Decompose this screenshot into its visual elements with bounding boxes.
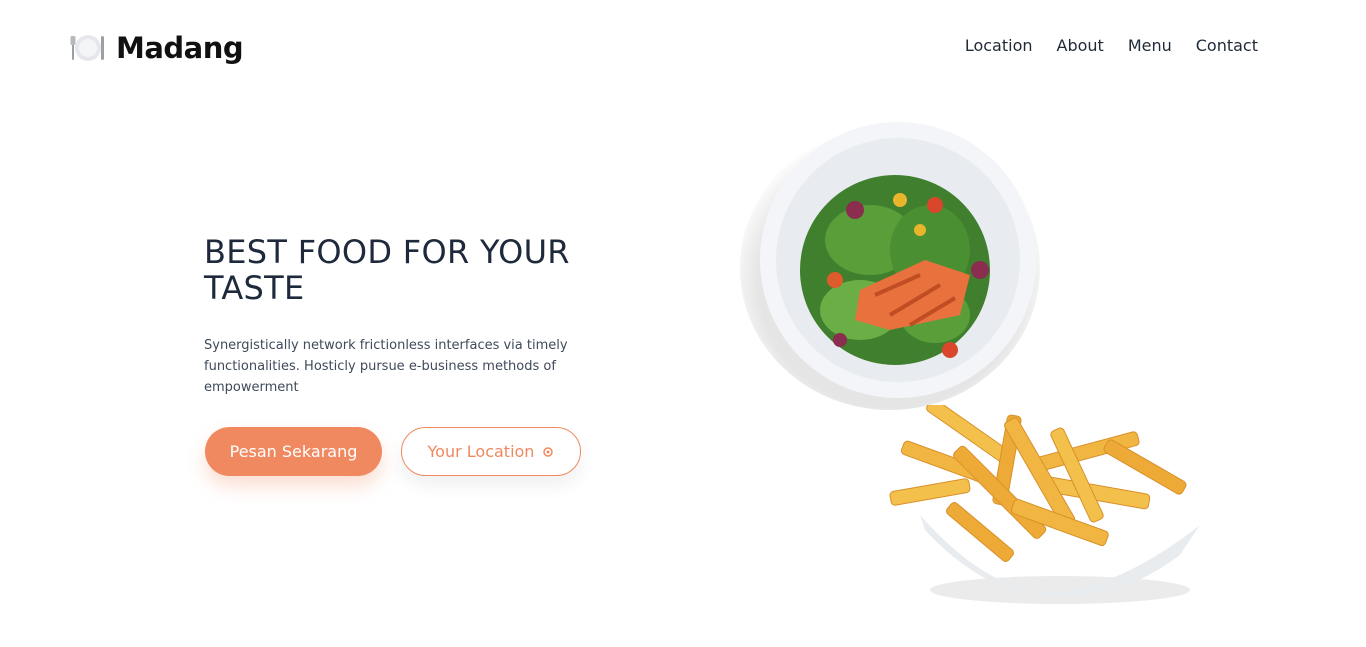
brand-name: Madang <box>116 31 244 65</box>
nav-contact[interactable]: Contact <box>1196 36 1258 55</box>
your-location-button[interactable]: Your Location <box>401 427 581 476</box>
order-now-button[interactable]: Pesan Sekarang <box>205 427 382 476</box>
nav-menu[interactable]: Menu <box>1128 36 1172 55</box>
nav-about[interactable]: About <box>1057 36 1104 55</box>
hero-title-line1: BEST FOOD FOR YOUR <box>204 233 570 271</box>
hero-title: BEST FOOD FOR YOUR TASTE <box>204 234 624 306</box>
plate-cutlery-icon <box>70 35 104 61</box>
your-location-label: Your Location <box>427 442 535 461</box>
main-nav: Location About Menu Contact <box>965 36 1258 55</box>
salmon-salad-image <box>740 122 1040 410</box>
nav-location[interactable]: Location <box>965 36 1033 55</box>
hero-description: Synergistically network frictionless int… <box>204 338 568 395</box>
brand-logo[interactable]: Madang <box>70 28 244 68</box>
location-icon <box>543 446 554 457</box>
hero-title-line2: TASTE <box>204 269 305 307</box>
french-fries-image <box>889 405 1200 604</box>
